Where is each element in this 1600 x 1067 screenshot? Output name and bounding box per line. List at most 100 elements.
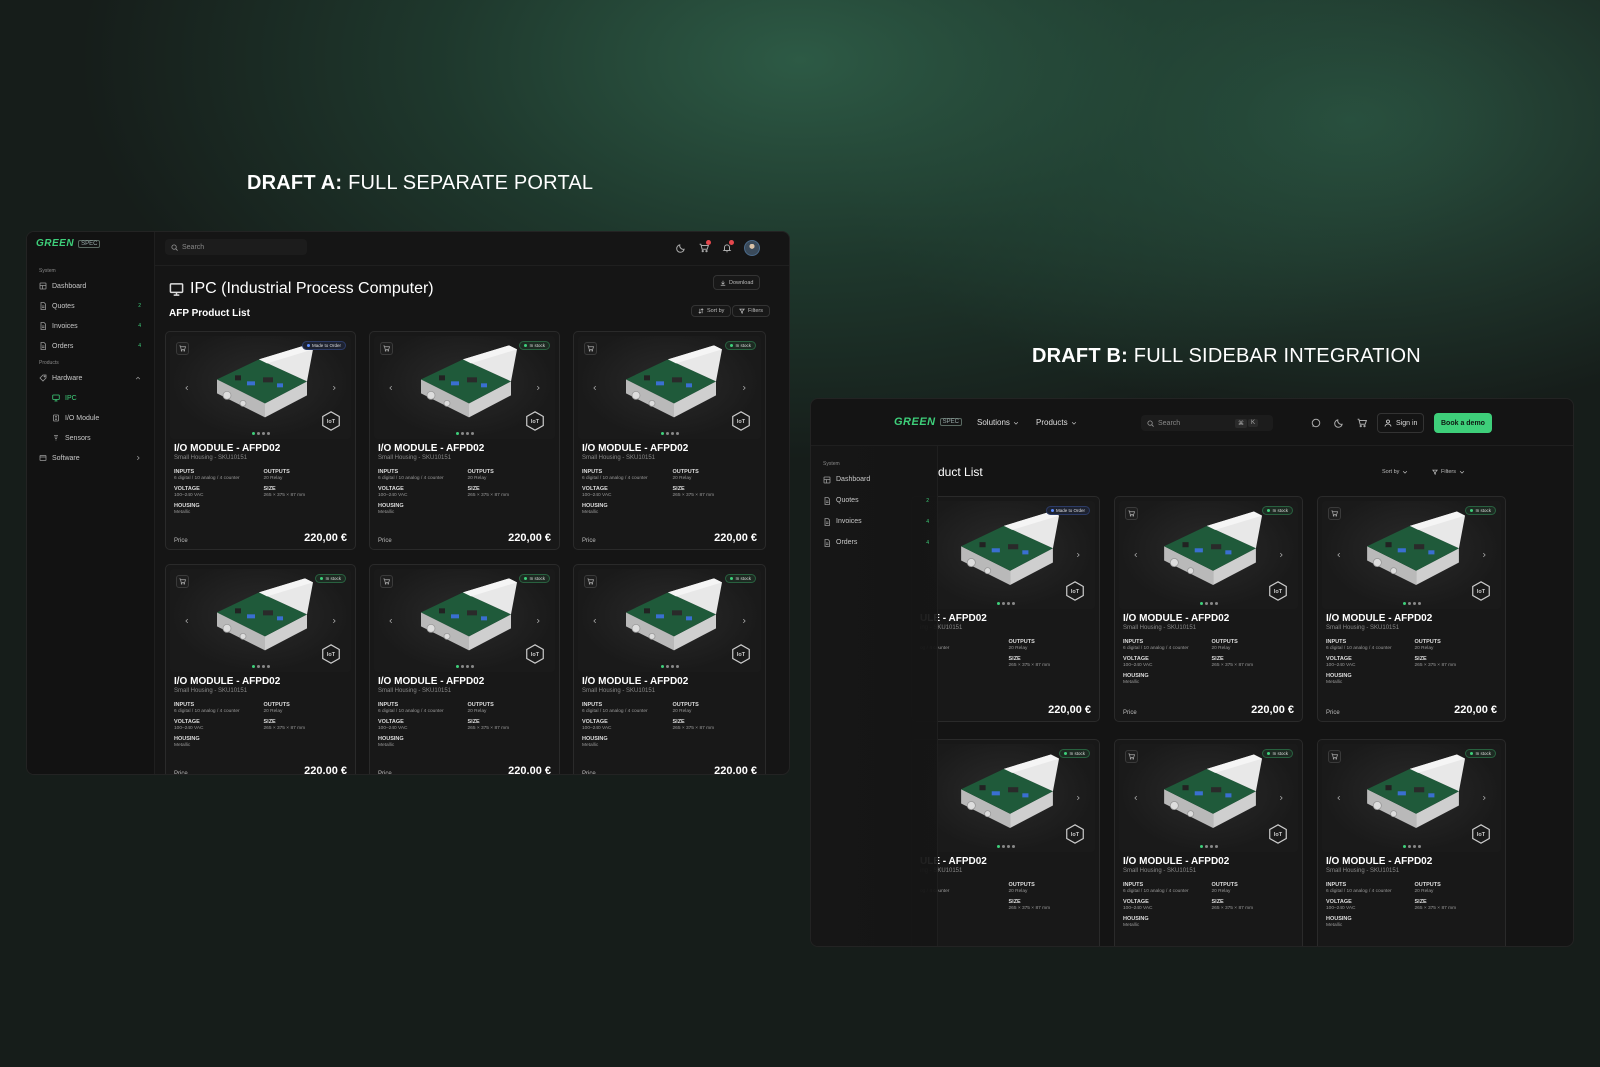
sidebar-item-quotes[interactable]: Quotes 2: [823, 490, 929, 511]
cart-icon[interactable]: [1125, 750, 1138, 763]
product-name[interactable]: I/O MODULE - AFPD02: [582, 676, 757, 687]
sign-in-button[interactable]: Sign in: [1377, 413, 1425, 433]
carousel-dots[interactable]: [996, 845, 1015, 848]
product-card[interactable]: In stock IoT I/O MODULE - AFPD02 Small Hous…: [165, 564, 356, 774]
product-image[interactable]: In stock IoT: [374, 569, 555, 672]
product-card[interactable]: In stock IoT I/O MODULE - AFPD02 Small Hous…: [1317, 496, 1506, 722]
chevron-right-icon[interactable]: [741, 618, 747, 624]
sort-button[interactable]: Sort by: [691, 305, 732, 317]
sidebar-item-dashboard[interactable]: Dashboard: [39, 276, 141, 296]
carousel-dots[interactable]: [251, 665, 270, 668]
product-name[interactable]: I/O MODULE - AFPD02: [378, 676, 551, 687]
product-image[interactable]: In stock IoT: [1119, 744, 1298, 852]
cart-icon[interactable]: [584, 342, 597, 355]
carousel-dots[interactable]: [1402, 845, 1421, 848]
cart-icon[interactable]: [584, 575, 597, 588]
brand-logo[interactable]: GREEN SPEC: [894, 416, 962, 428]
product-card[interactable]: Made to Order IoT I/O MODULE - AFPD02 Small…: [165, 331, 356, 550]
chevron-right-icon[interactable]: [1481, 795, 1487, 801]
product-card[interactable]: In stock IoT I/O MODULE - AFPD02 Small Hous…: [1114, 496, 1303, 722]
sidebar-item-invoices[interactable]: Invoices 4: [39, 316, 141, 336]
product-card[interactable]: In stock IoT I/O MODULE - AFPD02 Small Hous…: [369, 331, 560, 550]
sidebar-item-software[interactable]: Software: [39, 448, 141, 468]
product-image[interactable]: In stock IoT: [916, 744, 1095, 852]
product-card[interactable]: In stock IoT I/O MODULE - AFPD02 Small Hous…: [573, 331, 766, 550]
sidebar-item-orders[interactable]: Orders 4: [823, 532, 929, 553]
carousel-dots[interactable]: [660, 432, 679, 435]
carousel-dots[interactable]: [1199, 845, 1218, 848]
product-image[interactable]: In stock IoT: [374, 336, 555, 439]
product-card[interactable]: In stock IoT I/O MODULE - AFPD02 Small Hous…: [1114, 739, 1303, 946]
nav-solutions[interactable]: Solutions: [977, 418, 1019, 427]
chat-icon[interactable]: [1311, 418, 1321, 428]
product-image[interactable]: Made to Order IoT: [170, 336, 351, 439]
carousel-dots[interactable]: [455, 432, 474, 435]
chevron-right-icon[interactable]: [741, 385, 747, 391]
chevron-right-icon[interactable]: [331, 618, 337, 624]
book-demo-button[interactable]: Book a demo: [1434, 413, 1492, 433]
chevron-left-icon[interactable]: [1336, 795, 1342, 801]
cart-icon[interactable]: [380, 342, 393, 355]
chevron-left-icon[interactable]: [1133, 795, 1139, 801]
download-button[interactable]: Download: [713, 275, 761, 290]
chevron-right-icon[interactable]: [1278, 552, 1284, 558]
carousel-dots[interactable]: [1402, 602, 1421, 605]
sidebar-item-quotes[interactable]: Quotes 2: [39, 296, 141, 316]
carousel-dots[interactable]: [996, 602, 1015, 605]
product-card[interactable]: In stock IoT I/O MODULE - AFPD02 Small Hous…: [369, 564, 560, 774]
avatar[interactable]: [744, 240, 760, 256]
product-image[interactable]: In stock IoT: [578, 336, 761, 439]
filters-button[interactable]: Filters: [732, 305, 770, 317]
product-card[interactable]: In stock IoT ULE - AFPD02ing - SKU10151 INP…: [911, 739, 1100, 946]
chevron-right-icon[interactable]: [1075, 552, 1081, 558]
sidebar-item-i-o-module[interactable]: I/O Module: [52, 408, 141, 428]
chevron-left-icon[interactable]: [1133, 552, 1139, 558]
sidebar-item-dashboard[interactable]: Dashboard: [823, 469, 929, 490]
sort-button[interactable]: Sort by: [1376, 464, 1414, 479]
product-name[interactable]: I/O MODULE - AFPD02: [174, 443, 347, 454]
cart-icon[interactable]: [380, 575, 393, 588]
sidebar-item-invoices[interactable]: Invoices 4: [823, 511, 929, 532]
sidebar-item-hardware[interactable]: Hardware: [39, 368, 141, 388]
carousel-dots[interactable]: [1199, 602, 1218, 605]
product-image[interactable]: In stock IoT: [170, 569, 351, 672]
product-name[interactable]: ULE - AFPD02: [920, 856, 1091, 867]
product-image[interactable]: In stock IoT: [1119, 501, 1298, 609]
chevron-right-icon[interactable]: [535, 618, 541, 624]
chevron-left-icon[interactable]: [184, 385, 190, 391]
product-name[interactable]: I/O MODULE - AFPD02: [1326, 856, 1497, 867]
cart-icon[interactable]: [1328, 507, 1341, 520]
product-card[interactable]: In stock IoT I/O MODULE - AFPD02 Small Hous…: [573, 564, 766, 774]
chevron-left-icon[interactable]: [592, 385, 598, 391]
product-image[interactable]: In stock IoT: [1322, 744, 1501, 852]
cart-icon[interactable]: [176, 342, 189, 355]
nav-products[interactable]: Products: [1036, 418, 1077, 427]
chevron-left-icon[interactable]: [1336, 552, 1342, 558]
chevron-left-icon[interactable]: [184, 618, 190, 624]
product-name[interactable]: I/O MODULE - AFPD02: [378, 443, 551, 454]
cart-icon[interactable]: [176, 575, 189, 588]
product-name[interactable]: I/O MODULE - AFPD02: [582, 443, 757, 454]
carousel-dots[interactable]: [660, 665, 679, 668]
cart-icon[interactable]: [1357, 418, 1367, 428]
product-card[interactable]: Made to Order IoT ULE - AFPD02 ing - SKU101…: [911, 496, 1100, 722]
chevron-left-icon[interactable]: [592, 618, 598, 624]
product-name[interactable]: ULE - AFPD02: [920, 613, 1091, 624]
carousel-dots[interactable]: [455, 665, 474, 668]
filters-button[interactable]: Filters: [1426, 464, 1471, 479]
chevron-left-icon[interactable]: [388, 385, 394, 391]
cart-icon[interactable]: [1328, 750, 1341, 763]
brand-logo[interactable]: GREEN SPEC: [36, 238, 101, 249]
chevron-right-icon[interactable]: [331, 385, 337, 391]
chevron-right-icon[interactable]: [1278, 795, 1284, 801]
sidebar-item-orders[interactable]: Orders 4: [39, 336, 141, 356]
chevron-left-icon[interactable]: [388, 618, 394, 624]
chevron-right-icon[interactable]: [1481, 552, 1487, 558]
product-card[interactable]: In stock IoT I/O MODULE - AFPD02 Small Hous…: [1317, 739, 1506, 946]
sidebar-item-sensors[interactable]: Sensors: [52, 428, 141, 448]
chevron-right-icon[interactable]: [1075, 795, 1081, 801]
product-image[interactable]: Made to Order IoT: [916, 501, 1095, 609]
chevron-right-icon[interactable]: [535, 385, 541, 391]
product-image[interactable]: In stock IoT: [578, 569, 761, 672]
product-image[interactable]: In stock IoT: [1322, 501, 1501, 609]
